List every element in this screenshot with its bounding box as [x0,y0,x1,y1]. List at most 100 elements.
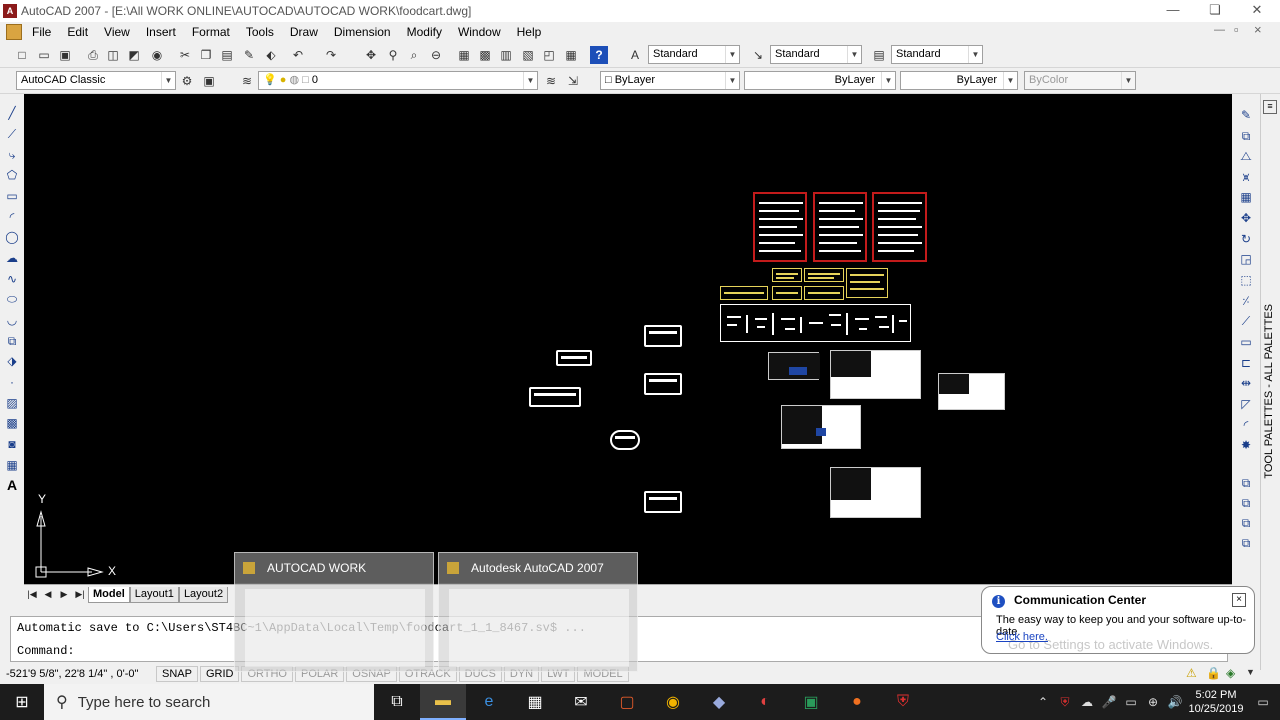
close-button[interactable]: ✕ [1236,0,1278,22]
taskbar-search[interactable]: ⚲ Type here to search [44,684,374,720]
food-cart-block[interactable] [610,430,640,450]
image-thumbnail[interactable] [938,373,1005,410]
zoom-window-icon[interactable]: ⌕ [405,46,423,64]
trim-icon[interactable]: ⸓ [1237,292,1255,310]
redo-icon[interactable]: ↷ [322,46,340,64]
drawing-sheet[interactable] [804,286,844,300]
menu-format[interactable]: Format [184,25,238,39]
microphone-icon[interactable]: 🎤 [1098,695,1120,709]
task-view-icon[interactable]: ⧉ [374,684,420,720]
open-icon[interactable]: ▭ [35,46,53,64]
status-menu-icon[interactable]: ▼ [1246,667,1255,677]
scale-icon[interactable]: ◲ [1237,250,1255,268]
insert-block-icon[interactable]: ⧉ [3,332,21,350]
food-cart-block[interactable] [529,387,581,407]
save-icon[interactable]: ▣ [56,46,74,64]
image-thumbnail[interactable] [830,467,921,518]
text-style-select[interactable]: Standard ▼ [648,45,740,64]
explode-icon[interactable]: ✸ [1237,436,1255,454]
ellipse-icon[interactable]: ⬭ [3,290,21,308]
zoom-realtime-icon[interactable]: ⚲ [384,46,402,64]
revision-cloud-icon[interactable]: ☁ [3,249,21,267]
text-style-icon[interactable]: A [626,46,644,64]
spline-icon[interactable]: ∿ [3,270,21,288]
drawing-sheet[interactable] [720,304,911,342]
fillet-icon[interactable]: ◜ [1237,416,1255,434]
table-style-select[interactable]: Standard ▼ [891,45,983,64]
lock-icon[interactable]: 🔒 [1206,666,1221,680]
mirror-icon[interactable]: ⧍ [1237,147,1255,165]
design-center-icon[interactable]: ▩ [476,46,494,64]
menu-window[interactable]: Window [450,25,509,39]
tool-palettes-icon[interactable]: ▥ [497,46,515,64]
make-current-icon[interactable]: ≋ [542,72,560,90]
copy-object-icon[interactable]: ⧉ [1237,127,1255,145]
document-icon[interactable] [6,24,22,40]
taskbar-preview[interactable]: Autodesk AutoCAD 2007 [438,552,638,672]
food-cart-block[interactable] [644,491,682,513]
autocad-taskbar-icon[interactable]: ▢ [604,684,650,720]
menu-insert[interactable]: Insert [138,25,184,39]
shield-tray-icon[interactable]: ⛨ [1054,695,1076,710]
menu-modify[interactable]: Modify [399,25,450,39]
notifications-icon[interactable]: ▭ [1246,695,1280,709]
color-select[interactable]: □ ByLayer ▼ [600,71,740,90]
polyline-icon[interactable]: ⤷ [3,146,21,164]
layer-select[interactable]: 💡 ● ◍ □ 0 ▼ [258,71,538,90]
drawing-sheet[interactable] [813,192,867,262]
construction-line-icon[interactable]: ⟋ [3,125,21,143]
notification-link[interactable]: Click here. [996,631,1048,643]
offset-icon[interactable]: ⩙ [1237,168,1255,186]
make-block-icon[interactable]: ⬗ [3,352,21,370]
drawing-sheet[interactable] [846,268,888,298]
move-icon[interactable]: ✥ [1237,209,1255,227]
tool-palettes-strip[interactable]: ≡ TOOL PALETTES - ALL PALETTES [1260,94,1280,670]
show-hidden-icons[interactable]: ⌃ [1032,695,1054,709]
drawing-sheet[interactable] [753,192,807,262]
table-icon[interactable]: ▦ [3,456,21,474]
drawing-sheet[interactable] [772,286,802,300]
chrome-icon[interactable]: ◉ [650,684,696,720]
help-icon[interactable]: ? [590,46,608,64]
workspace-settings-icon[interactable]: ⚙ [178,72,196,90]
polygon-icon[interactable]: ⬠ [3,166,21,184]
pan-icon[interactable]: ✥ [362,46,380,64]
edge-icon[interactable]: e [466,684,512,720]
network-icon[interactable]: ⊕ [1142,695,1164,709]
doc-close-button[interactable]: × [1254,22,1262,37]
first-tab-icon[interactable]: |◀ [24,589,40,600]
palette-properties-icon[interactable]: ≡ [1263,100,1277,114]
region-icon[interactable]: ◙ [3,435,21,453]
tab-model[interactable]: Model [88,586,130,603]
undo-icon[interactable]: ↶ [289,46,307,64]
rectangle-icon[interactable]: ▭ [3,187,21,205]
mail-icon[interactable]: ✉ [558,684,604,720]
sheet-set-icon[interactable]: ▧ [519,46,537,64]
drawing-canvas[interactable]: Y X [24,94,1232,584]
publish-icon[interactable]: ◩ [125,46,143,64]
store-icon[interactable]: ▦ [512,684,558,720]
drawing-sheet[interactable] [872,192,927,262]
3d-dwf-icon[interactable]: ◉ [148,46,166,64]
join-icon[interactable]: ⇹ [1237,374,1255,392]
menu-edit[interactable]: Edit [59,25,96,39]
drawing-sheet[interactable] [772,268,802,282]
drawing-sheet[interactable] [720,286,768,300]
circle-icon[interactable]: ◯ [3,228,21,246]
lineweight-select[interactable]: ByLayer ▼ [900,71,1018,90]
break-at-point-icon[interactable]: ▭ [1237,333,1255,351]
rotate-icon[interactable]: ↻ [1237,230,1255,248]
prev-tab-icon[interactable]: ◀ [40,589,56,600]
layer-manager-icon[interactable]: ≋ [238,72,256,90]
doc-minimize-button[interactable]: — [1214,24,1225,36]
erase-icon[interactable]: ✎ [1237,106,1255,124]
start-button[interactable]: ⊞ [0,684,44,720]
cloud-icon[interactable]: ☁ [1076,695,1098,709]
image-thumbnail[interactable] [781,405,861,449]
break-icon[interactable]: ⊏ [1237,354,1255,372]
menu-view[interactable]: View [96,25,138,39]
multiline-text-icon[interactable]: A [3,476,21,494]
workspace-select[interactable]: AutoCAD Classic ▼ [16,71,176,90]
tab-layout2[interactable]: Layout2 [178,586,229,603]
gradient-icon[interactable]: ▩ [3,414,21,432]
